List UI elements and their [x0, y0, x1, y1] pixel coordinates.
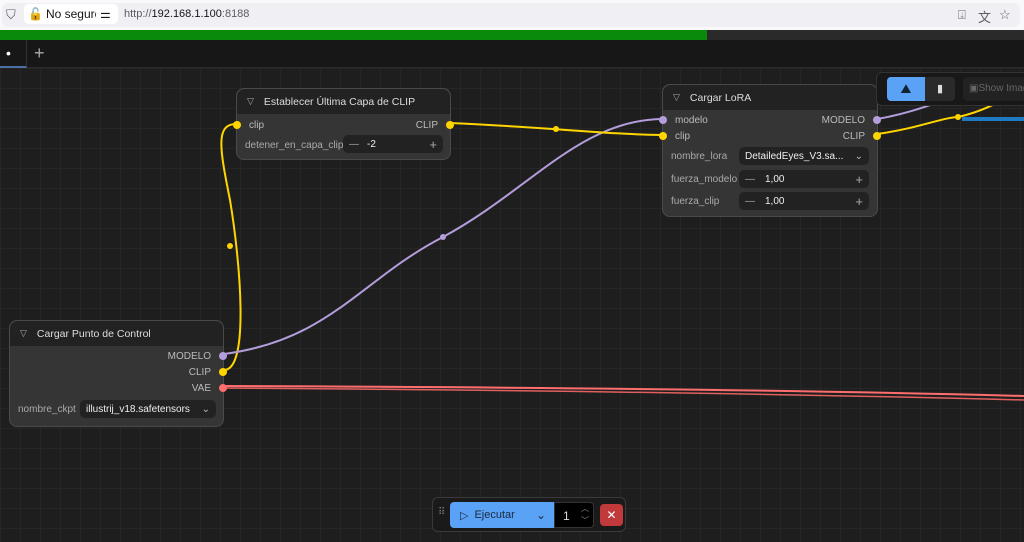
- output-slot-model[interactable]: [219, 352, 227, 360]
- model-strength-stepper[interactable]: —1,00 +: [739, 170, 869, 188]
- input-label: clip: [675, 130, 691, 142]
- site-settings-icon[interactable]: ⚌: [96, 4, 118, 24]
- widget-label: detener_en_capa_clip: [245, 140, 344, 151]
- output-label: CLIP: [415, 119, 438, 131]
- output-label: CLIP: [842, 130, 865, 142]
- batch-count-input[interactable]: 1 ︿ ﹀: [554, 502, 594, 528]
- node-title: Establecer Última Capa de CLIP: [263, 95, 416, 108]
- run-toolbar: ⠿ ▷ Ejecutar ⌄ 1 ︿ ﹀ ✕: [432, 497, 626, 532]
- show-image-button[interactable]: ▣Show Image: [963, 77, 1024, 101]
- security-indicator[interactable]: 🔓 No seguro: [24, 4, 106, 24]
- increment-icon[interactable]: ︿: [581, 503, 589, 514]
- node-title: Cargar Punto de Control: [36, 327, 151, 340]
- widget-label: nombre_ckpt: [18, 404, 76, 415]
- url-text[interactable]: http://192.168.1.100:8188: [124, 8, 249, 20]
- node-load-lora[interactable]: ▽ Cargar LoRA modelo MODELO clip CLIP nom…: [659, 84, 881, 217]
- checkpoint-name-select[interactable]: illustrij_v18.safetensors ⌄: [80, 400, 216, 418]
- output-slot-clip[interactable]: [873, 132, 881, 140]
- comfy-logo-button[interactable]: ⛰: [887, 77, 925, 101]
- chevron-down-icon: ⌄: [201, 403, 210, 415]
- drag-handle-icon[interactable]: ⠿: [438, 507, 445, 518]
- stop-at-clip-layer-stepper[interactable]: — -2 +: [343, 135, 443, 153]
- run-label: Ejecutar: [474, 509, 515, 521]
- output-label: MODELO: [167, 350, 211, 362]
- output-slot-clip[interactable]: [219, 368, 227, 376]
- lora-name-select[interactable]: DetailedEyes_V3.sa... ⌄: [739, 147, 869, 165]
- play-icon: ▷: [460, 509, 469, 522]
- collapse-chevron-icon[interactable]: ▽: [20, 328, 27, 339]
- output-label: VAE: [191, 382, 211, 394]
- widget-label: nombre_lora: [671, 151, 728, 162]
- shield-icon[interactable]: ⛉: [6, 7, 16, 23]
- output-slot-model[interactable]: [873, 116, 881, 124]
- node-load-checkpoint[interactable]: ▽ Cargar Punto de Control MODELO CLIP VAE…: [9, 320, 227, 427]
- output-slot-clip[interactable]: [446, 121, 454, 129]
- node-set-clip-last-layer[interactable]: ▽ Establecer Última Capa de CLIP clip CLI…: [233, 88, 454, 160]
- workflow-tab[interactable]: •: [0, 40, 27, 68]
- queue-progress-bar: [0, 30, 1024, 40]
- workflow-tabs: • +: [0, 40, 1024, 68]
- widget-label: fuerza_clip: [671, 196, 720, 207]
- input-label: clip: [249, 119, 265, 131]
- security-label: No seguro: [45, 7, 102, 21]
- lock-broken-icon: 🔓: [28, 7, 43, 21]
- install-app-icon[interactable]: ⍗: [958, 7, 966, 23]
- decrement-icon[interactable]: ﹀: [581, 515, 589, 526]
- run-button[interactable]: ▷ Ejecutar ⌄: [450, 502, 554, 528]
- input-slot-clip[interactable]: [233, 121, 241, 129]
- input-slot-model[interactable]: [659, 116, 667, 124]
- clip-strength-stepper[interactable]: —1,00 +: [739, 192, 869, 210]
- chevron-down-icon: ⌄: [854, 150, 863, 162]
- chevron-down-icon[interactable]: ⌄: [536, 508, 546, 522]
- output-slot-vae[interactable]: [219, 384, 227, 392]
- add-tab-button[interactable]: +: [34, 43, 45, 64]
- bookmark-star-icon[interactable]: ☆: [999, 7, 1011, 23]
- input-slot-clip[interactable]: [659, 132, 667, 140]
- output-label: CLIP: [188, 366, 211, 378]
- output-label: MODELO: [821, 114, 865, 126]
- collapse-chevron-icon[interactable]: ▽: [247, 96, 254, 107]
- top-right-toolbar: ⛰ ▮ ▣Show Image: [876, 72, 1024, 106]
- collapse-chevron-icon[interactable]: ▽: [673, 92, 680, 103]
- cancel-button[interactable]: ✕: [600, 504, 623, 526]
- widget-label: fuerza_modelo: [671, 174, 738, 185]
- browser-toolbar: ⛉ 🔓 No seguro ⚌ http://192.168.1.100:8188…: [0, 0, 1024, 30]
- node-title: Cargar LoRA: [689, 91, 752, 104]
- translate-icon[interactable]: 文: [978, 7, 991, 26]
- bookmark-icon[interactable]: ▮: [925, 77, 955, 101]
- input-label: modelo: [675, 114, 708, 126]
- unsaved-dot: •: [6, 45, 11, 61]
